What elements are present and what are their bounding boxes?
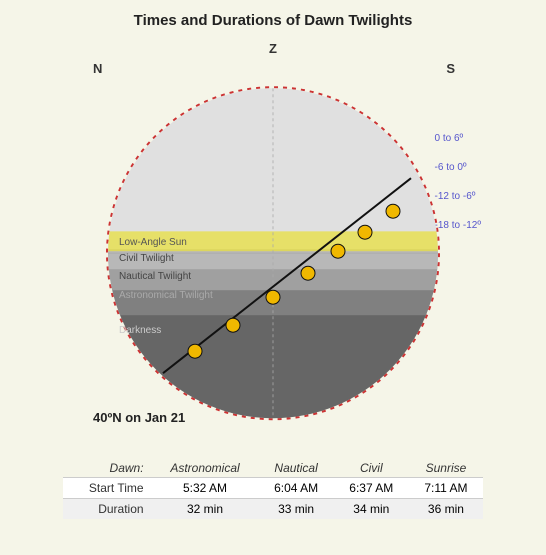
col-header-nautical: Nautical	[258, 459, 333, 478]
circle-chart: Low-Angle Sun Civil Twilight Nautical Tw…	[103, 83, 443, 423]
cell-astro-start: 5:32 AM	[152, 478, 259, 499]
cell-sunrise-start: 7:11 AM	[409, 478, 483, 499]
table-row: Start Time 5:32 AM 6:04 AM 6:37 AM 7:11 …	[63, 478, 483, 499]
row-label-starttime: Start Time	[63, 478, 152, 499]
col-header-sunrise: Sunrise	[409, 459, 483, 478]
cell-astro-dur: 32 min	[152, 499, 259, 520]
svg-text:Darkness: Darkness	[119, 325, 161, 336]
cardinal-s: S	[446, 61, 455, 76]
cardinal-z: Z	[269, 41, 277, 56]
cardinal-n: N	[93, 61, 102, 76]
col-header-dawn: Dawn:	[63, 459, 152, 478]
svg-text:Civil Twilight: Civil Twilight	[119, 253, 174, 264]
chart-svg: Low-Angle Sun Civil Twilight Nautical Tw…	[103, 83, 443, 423]
cell-nautical-dur: 33 min	[258, 499, 333, 520]
col-header-civil: Civil	[334, 459, 409, 478]
table-row: Duration 32 min 33 min 34 min 36 min	[63, 499, 483, 520]
col-header-astronomical: Astronomical	[152, 459, 259, 478]
chart-title: Times and Durations of Dawn Twilights	[134, 12, 413, 29]
data-table: Dawn: Astronomical Nautical Civil Sunris…	[63, 459, 483, 519]
svg-text:Nautical Twilight: Nautical Twilight	[119, 271, 191, 282]
svg-text:Low-Angle Sun: Low-Angle Sun	[119, 237, 187, 248]
cell-civil-start: 6:37 AM	[334, 478, 409, 499]
cell-nautical-start: 6:04 AM	[258, 478, 333, 499]
row-label-duration: Duration	[63, 499, 152, 520]
cell-civil-dur: 34 min	[334, 499, 409, 520]
svg-text:Astronomical Twilight: Astronomical Twilight	[119, 290, 213, 301]
chart-container: 40ºN on Jan 21 Z N S 0 to 6º -6 to 0º -1…	[63, 33, 483, 453]
cell-sunrise-dur: 36 min	[409, 499, 483, 520]
